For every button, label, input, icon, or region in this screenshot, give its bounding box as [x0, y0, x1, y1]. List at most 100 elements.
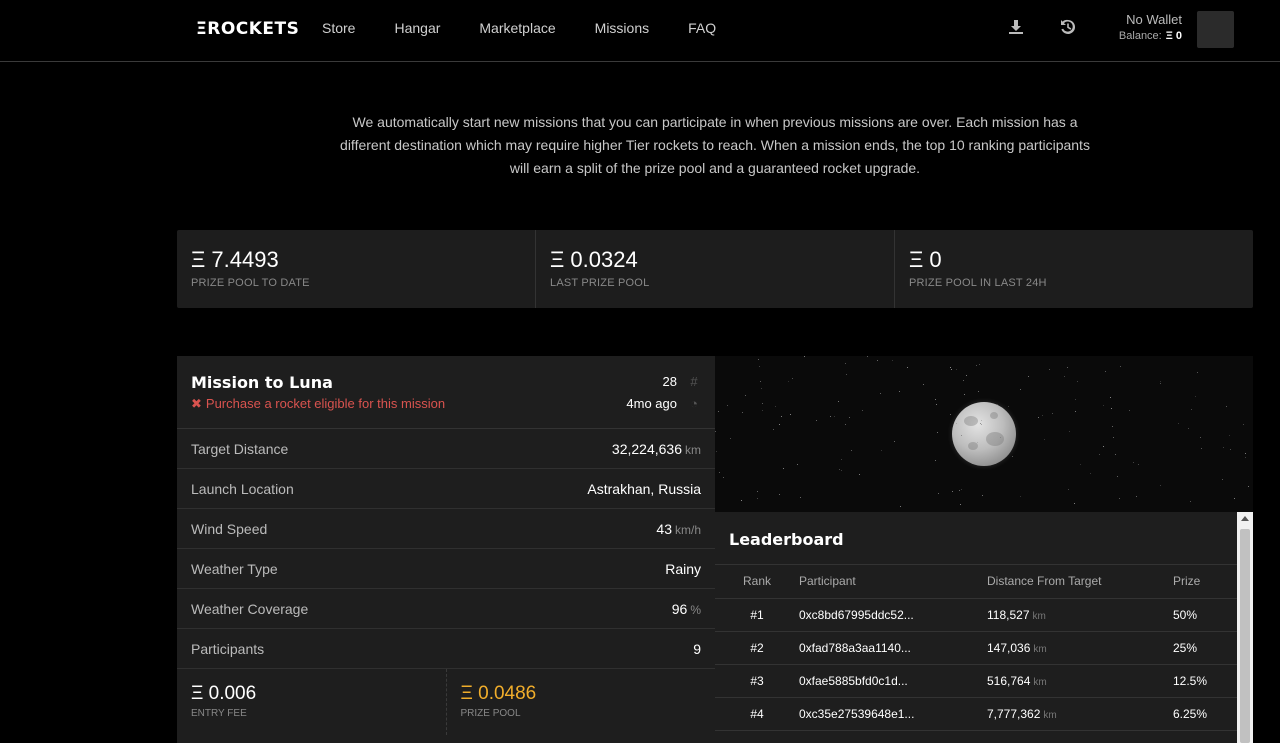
star	[1020, 496, 1021, 497]
star	[978, 391, 979, 392]
star	[1068, 489, 1069, 490]
wallet-balance: Balance: Ξ 0	[1118, 30, 1182, 42]
star	[1160, 485, 1161, 486]
star	[1188, 428, 1189, 429]
star	[849, 417, 850, 418]
star	[841, 470, 842, 471]
rockets-logo[interactable]: ΞROCKETS	[196, 19, 299, 39]
star	[779, 494, 780, 495]
nav-hangar[interactable]: Hangar	[394, 20, 440, 36]
star	[727, 405, 728, 406]
history-icon[interactable]	[1059, 18, 1077, 36]
nav-marketplace[interactable]: Marketplace	[479, 20, 555, 36]
star	[1191, 409, 1192, 410]
star	[960, 504, 961, 505]
star	[938, 493, 939, 494]
star	[838, 401, 839, 402]
star	[723, 477, 724, 478]
star	[923, 384, 924, 385]
stat-last-prize-pool: Ξ 0.0324 LAST PRIZE POOL	[536, 230, 895, 308]
star	[981, 424, 982, 425]
star	[804, 356, 805, 357]
star	[1197, 372, 1198, 373]
star	[790, 414, 791, 415]
star	[1245, 453, 1246, 454]
star	[964, 394, 965, 395]
close-icon: ✖	[191, 396, 202, 411]
star	[892, 360, 893, 361]
nav-faq[interactable]: FAQ	[688, 20, 716, 36]
nav-store[interactable]: Store	[322, 20, 355, 36]
star	[1243, 424, 1244, 425]
hash-icon: #	[690, 374, 698, 389]
wallet-status[interactable]: No Wallet Balance: Ξ 0	[1119, 12, 1182, 42]
table-row[interactable]: #4 0xc35e27539648e1... 7,777,362 km 6.25%	[715, 697, 1237, 731]
star	[1133, 462, 1134, 463]
scrollbar-thumb[interactable]	[1240, 529, 1250, 743]
star	[1080, 464, 1081, 465]
star	[1195, 396, 1196, 397]
star	[816, 420, 817, 421]
star	[846, 374, 847, 375]
star	[1245, 457, 1246, 458]
scroll-up-icon[interactable]	[1241, 516, 1249, 521]
star	[757, 491, 758, 492]
star	[1200, 437, 1201, 438]
star	[956, 423, 957, 424]
leaderboard-panel: Leaderboard Rank Participant Distance Fr…	[715, 512, 1237, 743]
prize-pool-stats: Ξ 7.4493 PRIZE POOL TO DATE Ξ 0.0324 LAST …	[177, 230, 1253, 308]
star	[1117, 476, 1118, 477]
star	[937, 432, 938, 433]
star	[977, 442, 978, 443]
star	[950, 414, 951, 415]
entry-fee: Ξ 0.006 ENTRY FEE	[177, 669, 447, 735]
mission-row-wind-speed: Wind Speed 43 km/h	[177, 509, 715, 549]
star	[775, 406, 776, 407]
leaderboard-scrollbar[interactable]	[1237, 512, 1253, 743]
star	[719, 472, 720, 473]
star	[715, 431, 716, 432]
star	[981, 420, 982, 421]
star	[966, 375, 967, 376]
star	[997, 404, 998, 405]
stat-prize-pool-to-date: Ξ 7.4493 PRIZE POOL TO DATE	[177, 230, 536, 308]
mission-number: 28	[662, 374, 677, 389]
star	[762, 403, 763, 404]
star	[758, 359, 759, 360]
mission-meta: 28 # 4mo ago ◔	[626, 374, 701, 418]
leaderboard-header-row: Rank Participant Distance From Target Pr…	[715, 565, 1237, 599]
star	[1020, 389, 1021, 390]
star	[900, 506, 901, 507]
mission-row-participants: Participants 9	[177, 629, 715, 669]
mission-prize-pool: Ξ 0.0486 PRIZE POOL	[460, 683, 537, 719]
wallet-name: No Wallet	[1126, 12, 1182, 27]
star	[1248, 486, 1249, 487]
star	[830, 416, 831, 417]
star	[773, 429, 774, 430]
star	[781, 416, 782, 417]
col-prize: Prize	[1173, 565, 1237, 599]
star	[1138, 464, 1139, 465]
star	[1229, 435, 1230, 436]
mission-header: Mission to Luna ✖ Purchase a rocket eligi…	[177, 356, 715, 429]
download-icon[interactable]	[1007, 18, 1025, 36]
star	[745, 395, 746, 396]
table-row[interactable]: #2 0xfad788a3aa1140... 147,036 km 25%	[715, 631, 1237, 665]
star	[1067, 367, 1068, 368]
avatar[interactable]	[1197, 11, 1234, 48]
star	[1222, 479, 1223, 480]
star	[1099, 454, 1100, 455]
table-row[interactable]: #3 0xfae5885bfd0c1d... 516,764 km 12.5%	[715, 664, 1237, 698]
mission-row-target-distance: Target Distance 32,224,636 km	[177, 429, 715, 469]
star	[1090, 473, 1091, 474]
star	[841, 459, 842, 460]
star	[716, 451, 717, 452]
nav-missions[interactable]: Missions	[595, 20, 649, 36]
star	[1160, 383, 1161, 384]
star	[982, 495, 983, 496]
star	[961, 489, 962, 490]
clock-icon: ◔	[690, 396, 698, 411]
star	[742, 412, 743, 413]
col-rank: Rank	[715, 565, 799, 599]
table-row[interactable]: #1 0xc8bd67995ddc52... 118,527 km 50%	[715, 598, 1237, 632]
